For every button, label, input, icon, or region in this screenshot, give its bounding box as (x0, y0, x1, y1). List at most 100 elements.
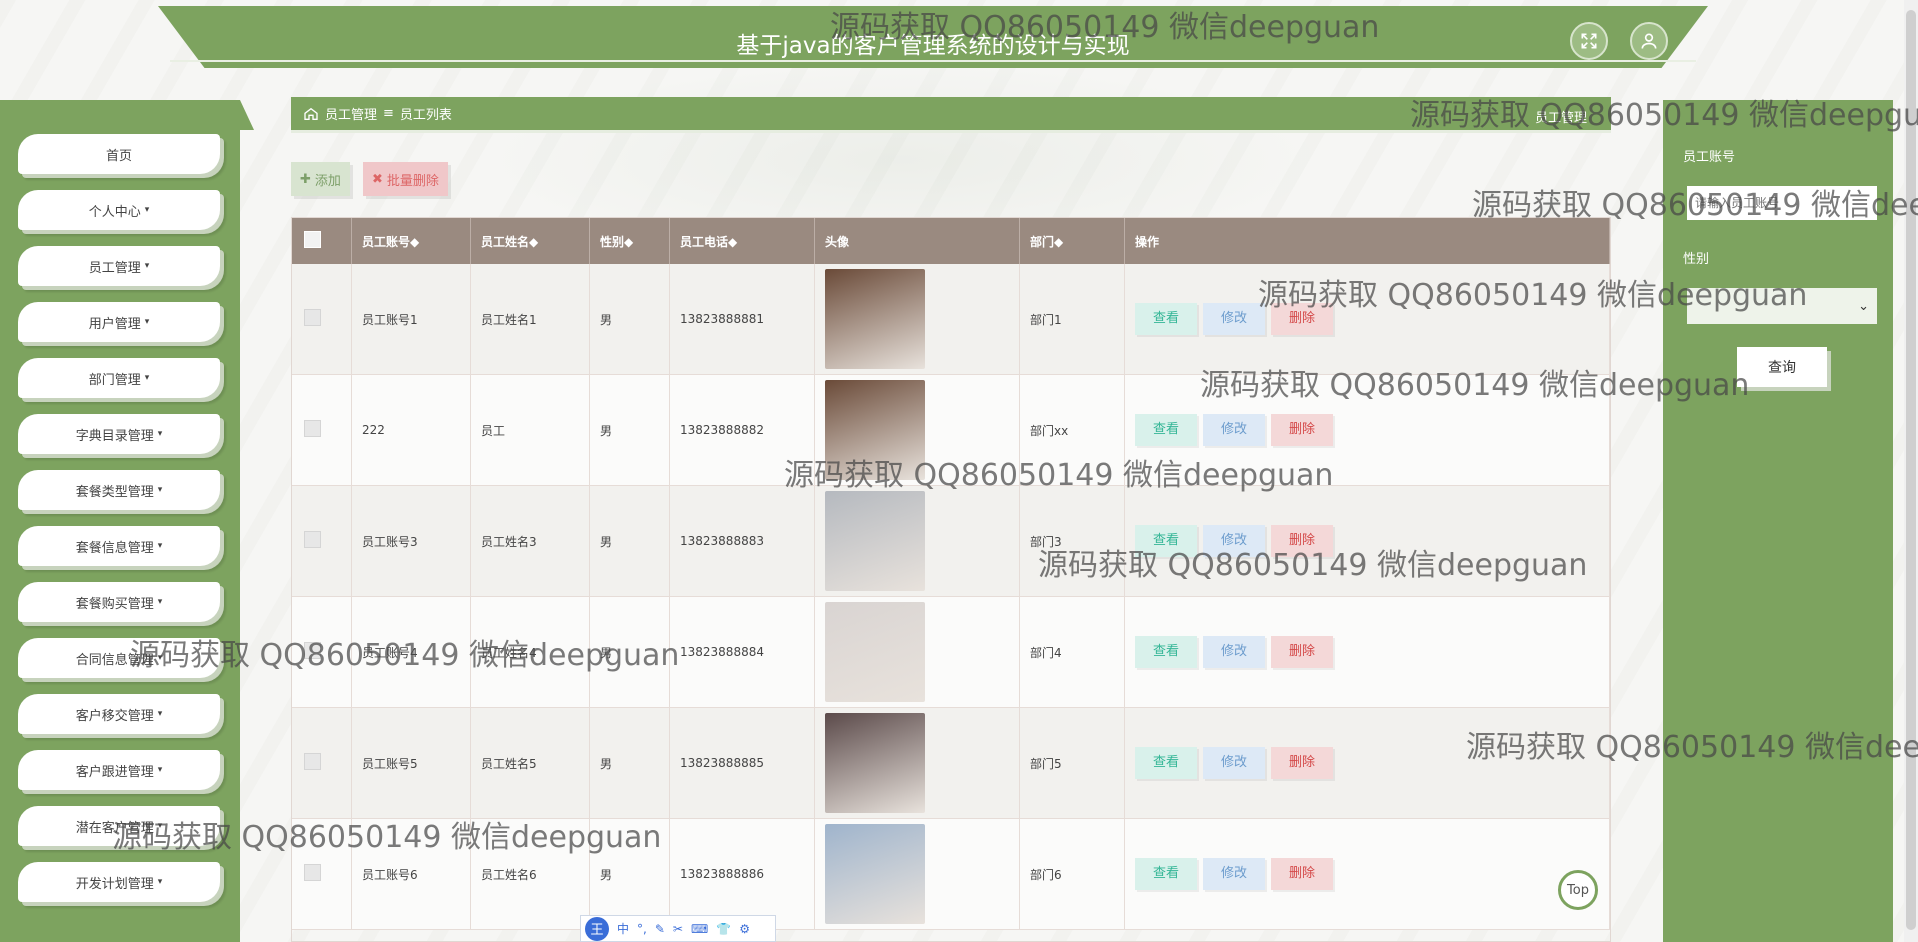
sidebar-item-label: 潜在客户管理 (75, 820, 154, 836)
ime-tool-icon[interactable]: 中 (617, 920, 629, 937)
ime-tool-icon[interactable]: ⚙ (739, 922, 750, 936)
select-cell (292, 707, 352, 819)
edit-button[interactable]: 修改 (1203, 858, 1265, 890)
row-checkbox[interactable] (304, 864, 321, 881)
cell-actions: 查看 修改 删除 (1124, 707, 1610, 819)
row-checkbox[interactable] (304, 420, 321, 437)
ime-tool-icon[interactable]: 👕 (716, 922, 731, 936)
sidebar-item[interactable]: 部门管理 ▾ (18, 358, 220, 398)
x-icon: ✖ (372, 171, 383, 187)
avatar-image (825, 491, 925, 591)
cell-gender: 男 (589, 374, 670, 486)
edit-button[interactable]: 修改 (1203, 303, 1265, 335)
account-search-input[interactable] (1687, 186, 1877, 220)
sidebar-item-label: 套餐信息管理 (75, 540, 154, 556)
view-button[interactable]: 查看 (1135, 747, 1197, 779)
cell-name: 员工姓名3 (470, 485, 590, 597)
sidebar-item[interactable]: 合同信息管理 ▾ (18, 638, 220, 678)
edit-button[interactable]: 修改 (1203, 636, 1265, 668)
row-checkbox[interactable] (304, 642, 321, 659)
view-button[interactable]: 查看 (1135, 525, 1197, 557)
ime-logo[interactable]: 王 (585, 916, 609, 941)
ime-tool-icon[interactable]: ⌨ (691, 922, 708, 936)
expand-icon[interactable] (1570, 22, 1608, 60)
add-button[interactable]: ✚ 添加 (291, 162, 350, 196)
cell-name: 员工姓名1 (470, 264, 590, 375)
plus-icon: ✚ (300, 171, 311, 187)
cell-name: 员工姓名4 (470, 596, 590, 708)
header-name[interactable]: 员工姓名◆ (470, 218, 590, 264)
cell-name: 员工姓名5 (470, 707, 590, 819)
cell-account: 员工账号3 (351, 485, 471, 597)
sidebar-item[interactable]: 字典目录管理 ▾ (18, 414, 220, 454)
cell-dept: 部门5 (1019, 707, 1125, 819)
row-checkbox[interactable] (304, 309, 321, 326)
table-row: 222 员工男 13823888882 部门xx 查看 修改 删除 (292, 374, 1610, 486)
batch-delete-button[interactable]: ✖ 批量删除 (363, 162, 448, 196)
ime-tool-icon[interactable]: °, (637, 922, 647, 936)
sidebar-item[interactable]: 套餐信息管理 ▾ (18, 526, 220, 566)
sidebar-item[interactable]: 套餐类型管理 ▾ (18, 470, 220, 510)
header-actions: 操作 (1124, 218, 1610, 264)
caret-down-icon: ▾ (157, 597, 163, 607)
select-cell (292, 596, 352, 708)
cell-phone: 13823888882 (669, 374, 815, 486)
gender-search-label: 性别 (1683, 252, 1710, 267)
table-row: 员工账号6 员工姓名6 男 13823888886 部门6 查看 修改 删除 (292, 818, 1610, 930)
delete-button[interactable]: 删除 (1271, 303, 1333, 335)
cell-actions: 查看 修改 删除 (1124, 264, 1610, 375)
avatar-image (825, 602, 925, 702)
delete-button[interactable]: 删除 (1271, 858, 1333, 890)
cell-actions: 查看 修改 删除 (1124, 485, 1610, 597)
select-all-cell (292, 218, 352, 264)
sidebar-item[interactable]: 客户移交管理 ▾ (18, 694, 220, 734)
employee-table: 员工账号◆ 员工姓名◆ 性别◆ 员工电话◆ 头像 部门◆ 操作 员工账号1 员工姓… (291, 217, 1611, 942)
delete-button[interactable]: 删除 (1271, 525, 1333, 557)
sidebar-item[interactable]: 开发计划管理 ▾ (18, 862, 220, 902)
cell-gender: 男 (589, 264, 670, 375)
sidebar-item[interactable]: 潜在客户管理 ▾ (18, 806, 220, 846)
cell-dept: 部门4 (1019, 596, 1125, 708)
scroll-thumb[interactable] (1906, 10, 1916, 930)
view-button[interactable]: 查看 (1135, 636, 1197, 668)
cell-account: 员工账号4 (351, 596, 471, 708)
sidebar-item[interactable]: 客户跟进管理 ▾ (18, 750, 220, 790)
view-button[interactable]: 查看 (1135, 858, 1197, 890)
breadcrumb-section[interactable]: 员工管理 (325, 104, 377, 123)
header-dept[interactable]: 部门◆ (1019, 218, 1125, 264)
sidebar-item[interactable]: 个人中心 ▾ (18, 190, 220, 230)
sidebar-item[interactable]: 员工管理 ▾ (18, 246, 220, 286)
header-gender[interactable]: 性别◆ (589, 218, 670, 264)
edit-button[interactable]: 修改 (1203, 747, 1265, 779)
ime-tool-icon[interactable]: ✂ (673, 922, 683, 936)
select-all-checkbox[interactable] (304, 231, 321, 248)
header-account[interactable]: 员工账号◆ (351, 218, 471, 264)
header-phone[interactable]: 员工电话◆ (669, 218, 815, 264)
home-icon[interactable] (303, 106, 319, 122)
view-button[interactable]: 查看 (1135, 303, 1197, 335)
row-checkbox[interactable] (304, 531, 321, 548)
cell-actions: 查看 修改 删除 (1124, 596, 1610, 708)
ime-tool-icon[interactable]: ✎ (655, 922, 665, 936)
back-to-top-button[interactable]: Top (1558, 870, 1598, 910)
sidebar-item[interactable]: 首页 (18, 134, 220, 174)
cell-gender: 男 (589, 485, 670, 597)
sidebar-item-label: 套餐类型管理 (75, 484, 154, 500)
view-button[interactable]: 查看 (1135, 414, 1197, 446)
cell-avatar (814, 264, 1020, 375)
sidebar-item[interactable]: 用户管理 ▾ (18, 302, 220, 342)
page-scrollbar[interactable] (1904, 0, 1918, 942)
delete-button[interactable]: 删除 (1271, 747, 1333, 779)
sidebar-item[interactable]: 套餐购买管理 ▾ (18, 582, 220, 622)
gender-select[interactable]: ⌄ (1687, 288, 1877, 324)
table-header-row: 员工账号◆ 员工姓名◆ 性别◆ 员工电话◆ 头像 部门◆ 操作 (292, 218, 1610, 264)
delete-button[interactable]: 删除 (1271, 636, 1333, 668)
row-checkbox[interactable] (304, 753, 321, 770)
edit-button[interactable]: 修改 (1203, 414, 1265, 446)
delete-button[interactable]: 删除 (1271, 414, 1333, 446)
query-button[interactable]: 查询 (1737, 347, 1827, 387)
user-icon[interactable] (1630, 22, 1668, 60)
caret-down-icon: ▾ (144, 317, 150, 327)
cell-account: 员工账号6 (351, 818, 471, 930)
edit-button[interactable]: 修改 (1203, 525, 1265, 557)
